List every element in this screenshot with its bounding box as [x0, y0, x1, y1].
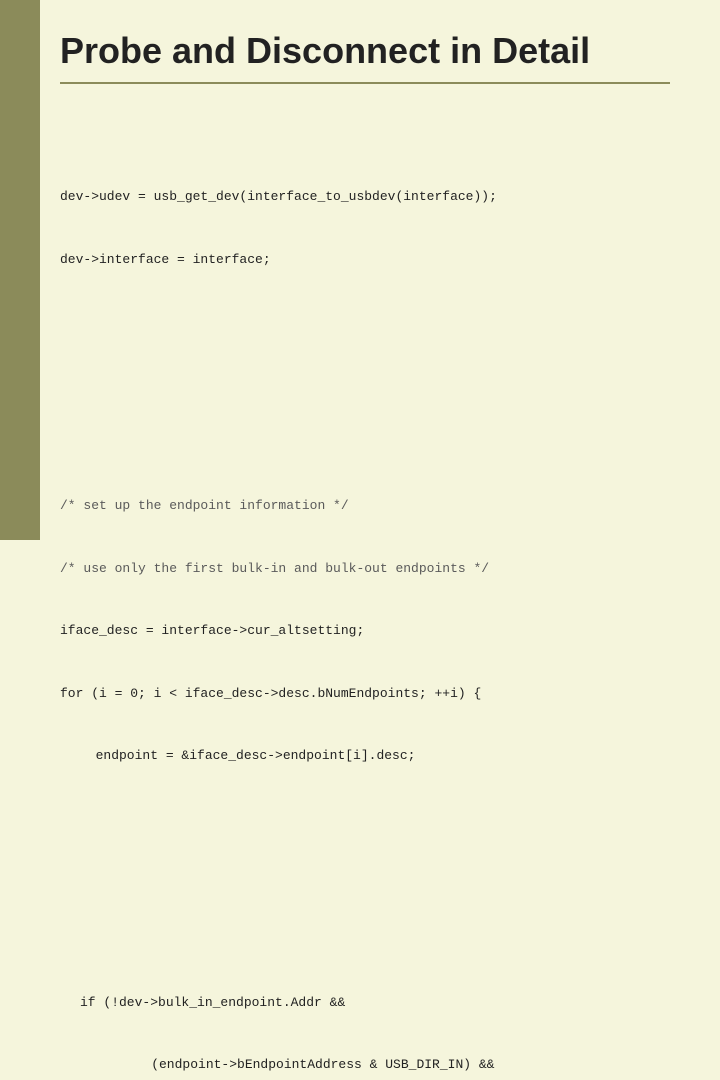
code-line-4: for (i = 0; i < iface_desc->desc.bNumEnd…: [60, 684, 670, 705]
slide-title: Probe and Disconnect in Detail: [60, 30, 670, 72]
code-line-3: iface_desc = interface->cur_altsetting;: [60, 621, 670, 642]
left-bar: [0, 0, 40, 540]
code-section-2: /* set up the endpoint information */ /*…: [60, 455, 670, 809]
code-section-1: dev->udev = usb_get_dev(interface_to_usb…: [60, 146, 670, 312]
code-comment-1: /* set up the endpoint information */: [60, 496, 670, 517]
code-line-7: (endpoint->bEndpointAddress & USB_DIR_IN…: [120, 1055, 670, 1076]
slide: Probe and Disconnect in Detail dev->udev…: [0, 0, 720, 540]
code-section-3: if (!dev->bulk_in_endpoint.Addr && (endp…: [80, 951, 670, 1080]
code-comment-2: /* use only the first bulk-in and bulk-o…: [60, 559, 670, 580]
code-line-1: dev->udev = usb_get_dev(interface_to_usb…: [60, 187, 670, 208]
code-line-6: if (!dev->bulk_in_endpoint.Addr &&: [80, 993, 670, 1014]
code-block: dev->udev = usb_get_dev(interface_to_usb…: [60, 104, 670, 1080]
title-underline: [60, 82, 670, 84]
code-line-2: dev->interface = interface;: [60, 250, 670, 271]
code-line-5: endpoint = &iface_desc->endpoint[i].desc…: [80, 746, 670, 767]
